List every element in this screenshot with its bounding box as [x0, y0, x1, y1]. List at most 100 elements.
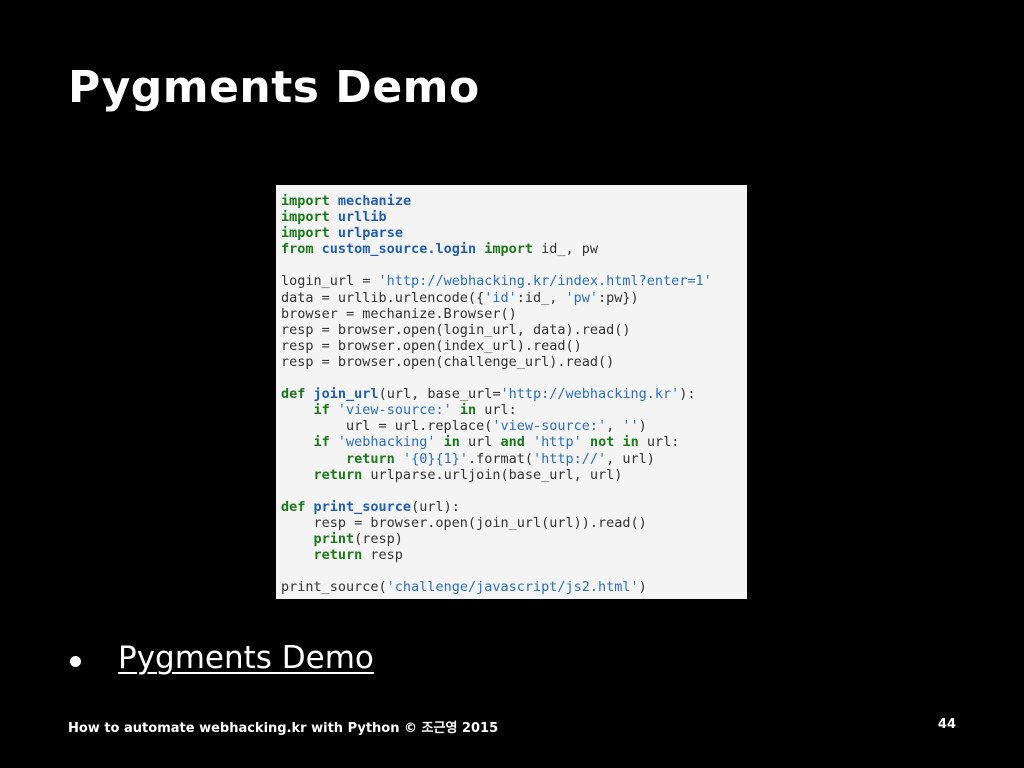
code-token: id_, pw — [533, 241, 599, 258]
code-token: :id_, — [516, 289, 566, 306]
code-line: return resp — [281, 547, 747, 563]
page-number: 44 — [937, 717, 956, 732]
code-token: resp = browser.open(challenge_url).read(… — [281, 353, 615, 370]
code-token: return — [313, 466, 363, 483]
code-line: browser = mechanize.Browser() — [281, 306, 747, 322]
code-token: url = url.replace( — [281, 418, 493, 435]
code-line: print(resp) — [281, 531, 747, 547]
code-line: return '{0}{1}'.format('http://', url) — [281, 451, 747, 467]
code-token: and — [500, 434, 525, 451]
code-token: resp = browser.open(login_url, data).rea… — [281, 321, 631, 338]
code-token: urllib — [337, 209, 387, 226]
code-screenshot: import mechanize import urllib import urlp… — [276, 185, 747, 599]
code-line: import mechanize — [281, 193, 747, 209]
code-token: join_url — [313, 386, 379, 403]
code-line: login_url = 'http://webhacking.kr/index.… — [281, 273, 747, 289]
code-line: url = url.replace('view-source:', '') — [281, 418, 747, 434]
code-token: urlparse — [337, 225, 403, 242]
code-token: custom_source.login — [321, 241, 477, 258]
code-token: if — [313, 434, 330, 451]
code-token: ) — [638, 418, 647, 435]
code-token: (url, base_url= — [378, 386, 501, 403]
code-token: ): — [679, 386, 696, 403]
code-token: 'webhacking' — [337, 434, 436, 451]
code-token: resp — [362, 547, 403, 564]
code-line: if 'view-source:' in url: — [281, 402, 747, 418]
code-line: import urlparse — [281, 225, 747, 241]
code-token: :pw}) — [598, 289, 639, 306]
code-token: if — [313, 402, 330, 419]
code-line: def print_source(url): — [281, 499, 747, 515]
code-token: import — [281, 225, 330, 242]
code-token: 'http://webhacking.kr' — [500, 386, 680, 403]
code-token: print — [313, 530, 355, 547]
code-line: from custom_source.login import id_, pw — [281, 241, 747, 257]
slide: Pygments Demo import mechanize import url… — [0, 0, 1024, 768]
code-line: resp = browser.open(index_url).read() — [281, 338, 747, 354]
code-token: not in — [589, 434, 639, 451]
code-token: resp = browser.open(index_url).read() — [281, 337, 582, 354]
code-token: def — [281, 386, 306, 403]
code-line: resp = browser.open(join_url(url)).read(… — [281, 515, 747, 531]
code-line: import urllib — [281, 209, 747, 225]
code-token: resp = browser.open(join_url(url)).read(… — [281, 514, 647, 531]
code-token: (url): — [411, 498, 460, 515]
code-token: def — [281, 498, 306, 515]
code-token: url: — [638, 434, 680, 451]
code-line: data = urllib.urlencode({'id':id_, 'pw':… — [281, 290, 747, 306]
code-token: in — [459, 402, 477, 419]
code-token: '' — [622, 418, 639, 435]
code-token: in — [443, 434, 460, 451]
code-token: '{0}{1}' — [402, 450, 468, 467]
code-token: import — [281, 193, 330, 209]
slide-footer: How to automate webhacking.kr with Pytho… — [68, 721, 499, 736]
slide-title: Pygments Demo — [68, 62, 480, 113]
code-line: if 'webhacking' in url and 'http' not in… — [281, 434, 747, 450]
code-line: resp = browser.open(login_url, data).rea… — [281, 322, 747, 338]
bullet-link[interactable]: Pygments Demo — [118, 640, 374, 676]
code-token: , url) — [606, 450, 655, 467]
code-token: browser = mechanize.Browser() — [281, 305, 517, 322]
code-token: urlparse.urljoin(base_url, url) — [362, 466, 623, 483]
bullet-dot-icon — [70, 656, 81, 667]
code-line: def join_url(url, base_url='http://webha… — [281, 386, 747, 402]
code-token: .format( — [467, 450, 534, 467]
code-token: 'view-source:' — [337, 402, 452, 419]
code-token: data = urllib.urlencode({ — [281, 289, 485, 306]
code-token: 'challenge/javascript/js2.html' — [386, 579, 639, 596]
code-token: 'http' — [533, 434, 582, 451]
code-token: print_source — [313, 498, 412, 515]
code-token: 'id' — [484, 289, 517, 306]
code-token: url: — [476, 402, 517, 419]
code-line: return urlparse.urljoin(base_url, url) — [281, 467, 747, 483]
code-token: ) — [638, 579, 647, 596]
code-token: (resp) — [354, 530, 403, 547]
code-token: return — [313, 547, 363, 564]
code-line: print_source('challenge/javascript/js2.h… — [281, 579, 747, 595]
code-token: 'http://webhacking.kr/index.html?enter=1… — [378, 273, 712, 290]
code-token: import — [484, 241, 534, 258]
code-token: return — [346, 450, 395, 467]
code-token: 'view-source:' — [492, 418, 607, 435]
code-token: 'http://' — [533, 450, 607, 467]
